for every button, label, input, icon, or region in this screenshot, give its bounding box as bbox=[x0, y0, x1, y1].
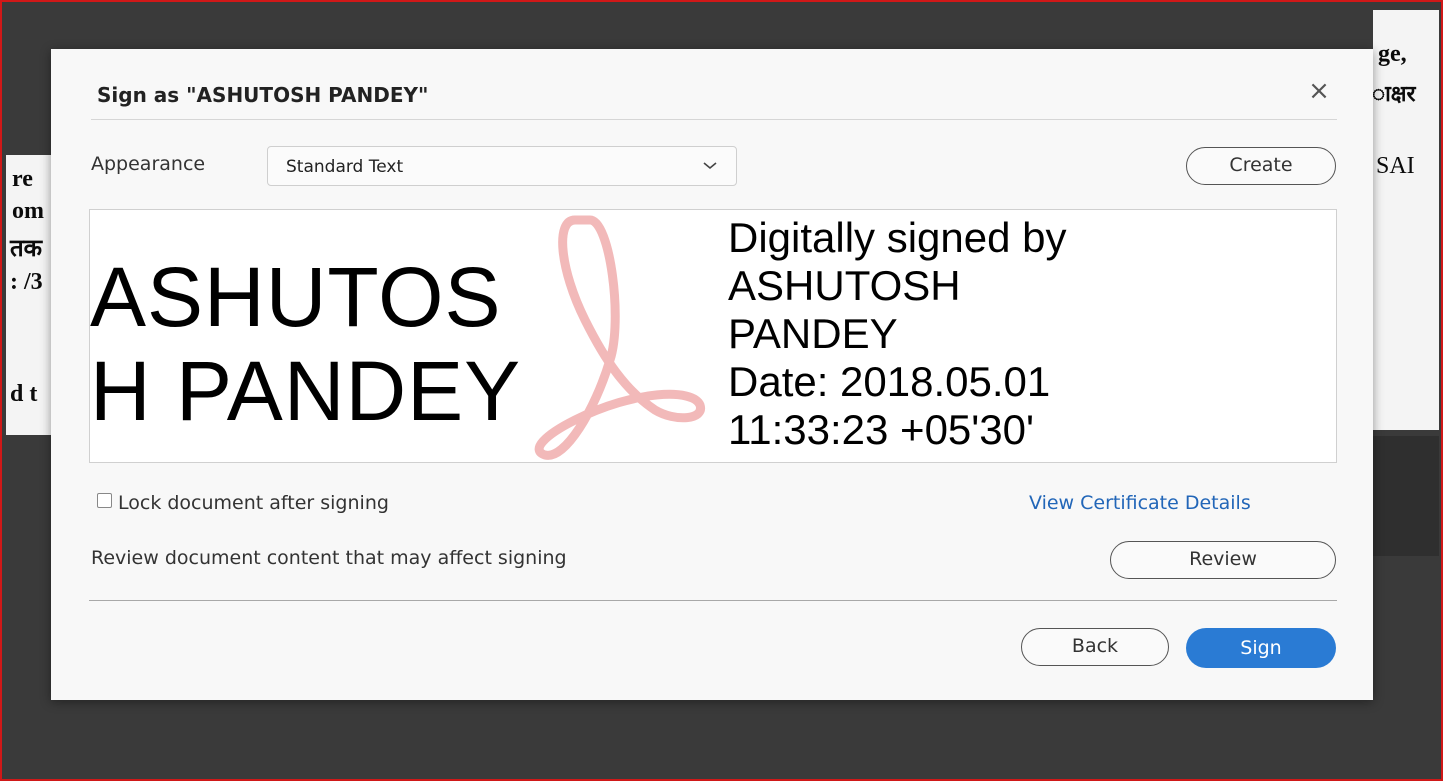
bg-text-2: ाक्षर bbox=[1372, 81, 1416, 106]
dialog-title: Sign as "ASHUTOSH PANDEY" bbox=[97, 83, 429, 107]
bg-text-8: d t bbox=[10, 381, 38, 407]
bg-text-4: re bbox=[12, 166, 33, 192]
signature-detail-line: PANDEY bbox=[728, 310, 898, 357]
chevron-down-icon bbox=[702, 153, 718, 182]
bg-text-3: SAI bbox=[1376, 153, 1415, 179]
signature-name-line2: H PANDEY bbox=[90, 344, 522, 438]
background-band bbox=[1373, 436, 1439, 556]
appearance-value: Standard Text bbox=[286, 157, 404, 177]
signature-detail-line: Date: 2018.05.01 bbox=[728, 358, 1051, 405]
sign-dialog: Sign as "ASHUTOSH PANDEY" × Appearance S… bbox=[51, 49, 1373, 700]
bg-text-6: तक bbox=[10, 236, 43, 262]
appearance-dropdown[interactable]: Standard Text bbox=[267, 146, 737, 186]
title-divider bbox=[91, 119, 1337, 120]
signature-details: Digitally signed by ASHUTOSH PANDEY Date… bbox=[728, 214, 1067, 454]
signature-name-line1: ASHUTOS bbox=[90, 250, 502, 344]
view-certificate-link[interactable]: View Certificate Details bbox=[1029, 492, 1251, 514]
review-button[interactable]: Review bbox=[1110, 541, 1336, 579]
signature-detail-line: Digitally signed by bbox=[728, 214, 1067, 261]
review-description: Review document content that may affect … bbox=[91, 547, 567, 569]
close-icon[interactable]: × bbox=[1307, 78, 1331, 104]
lock-document-checkbox[interactable]: Lock document after signing bbox=[97, 492, 389, 514]
bg-text-5: om bbox=[12, 198, 44, 224]
lock-document-label: Lock document after signing bbox=[118, 492, 389, 514]
signature-preview: ASHUTOS H PANDEY Digitally signed by ASH… bbox=[89, 209, 1337, 463]
create-button[interactable]: Create bbox=[1186, 147, 1336, 185]
signature-detail-line: 11:33:23 +05'30' bbox=[728, 406, 1035, 453]
signature-detail-line: ASHUTOSH bbox=[728, 262, 961, 309]
bg-text-1: ge, bbox=[1378, 41, 1407, 67]
back-button[interactable]: Back bbox=[1021, 628, 1169, 666]
bg-text-7: : /3 bbox=[10, 269, 43, 295]
checkbox-icon[interactable] bbox=[97, 493, 112, 508]
sign-button[interactable]: Sign bbox=[1186, 628, 1336, 668]
signature-name: ASHUTOS H PANDEY bbox=[90, 250, 680, 438]
background-document bbox=[1373, 10, 1439, 430]
appearance-label: Appearance bbox=[91, 153, 206, 175]
footer-divider bbox=[89, 600, 1337, 601]
